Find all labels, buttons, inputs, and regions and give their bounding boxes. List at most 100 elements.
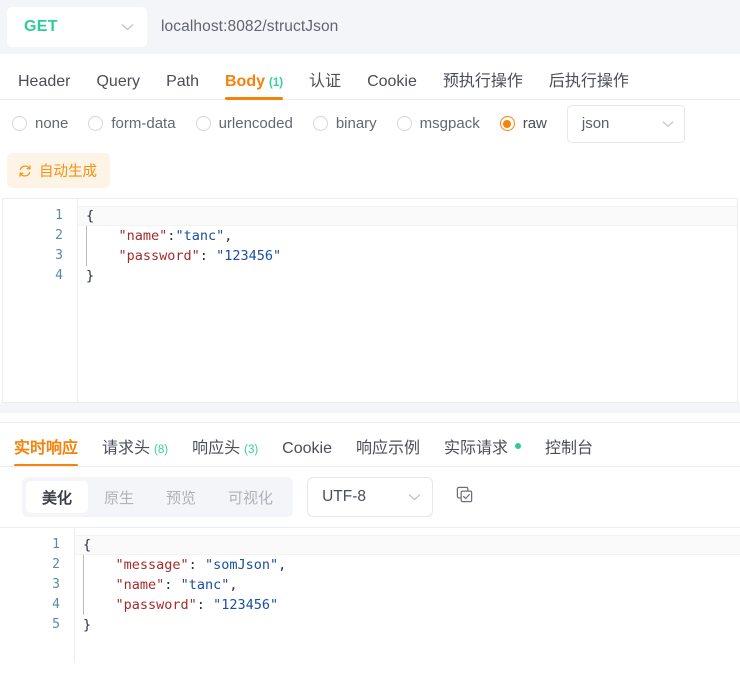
response-editor-code[interactable]: { "message": "somJson", "name": "tanc", … <box>74 528 740 662</box>
body-type-radio-msgpack[interactable]: msgpack <box>391 115 486 132</box>
line-number: 4 <box>55 268 63 283</box>
url-input[interactable]: localhost:8082/structJson <box>147 7 740 47</box>
autogen-label: 自动生成 <box>39 164 97 180</box>
body-type-radio-raw[interactable]: raw <box>494 115 553 132</box>
response-tab-label: Cookie <box>282 440 332 457</box>
request-editor-code[interactable]: { "name":"tanc", "password": "123456"} <box>77 199 737 402</box>
request-tab-5[interactable]: Cookie <box>367 73 417 100</box>
panel-splitter[interactable] <box>0 403 740 413</box>
raw-format-select[interactable]: json <box>566 104 685 143</box>
chevron-down-icon <box>662 115 674 132</box>
json-punct: : <box>164 577 181 593</box>
response-tab-2[interactable]: 响应头 (3) <box>192 434 258 467</box>
code-line: "password": "123456" <box>75 595 740 615</box>
code-line: } <box>78 266 737 286</box>
copy-response-button[interactable] <box>451 484 477 510</box>
request-tab-2[interactable]: Path <box>166 73 199 100</box>
request-tab-label: Header <box>18 73 71 90</box>
body-type-radio-urlencoded[interactable]: urlencoded <box>190 115 299 132</box>
request-tab-0[interactable]: Header <box>18 73 70 100</box>
response-tab-label: 实时响应 <box>14 440 79 457</box>
json-brace: { <box>86 208 95 224</box>
json-key: "password" <box>115 597 197 613</box>
radio-indicator <box>312 116 328 131</box>
request-tab-label: 后执行操作 <box>548 73 629 90</box>
request-tab-label: Cookie <box>367 73 417 90</box>
request-tab-6[interactable]: 预执行操作 <box>443 67 523 100</box>
body-type-radio-group: none form-data urlencoded binary msgpack raw … <box>0 100 740 147</box>
body-type-radio-none[interactable]: none <box>6 115 74 132</box>
code-line: "password": "123456" <box>78 246 737 266</box>
encoding-select[interactable]: UTF-8 <box>307 477 434 517</box>
response-view-mode-3[interactable]: 可视化 <box>212 481 289 513</box>
json-punct: : <box>196 597 214 613</box>
json-punct: : <box>199 248 217 264</box>
radio-indicator <box>499 116 515 131</box>
response-toolbar: 美化 原生 预览 可视化 UTF-8 <box>0 467 740 527</box>
json-string: "123456" <box>213 597 279 613</box>
response-tab-badge: (3) <box>244 444 259 456</box>
response-tab-3[interactable]: Cookie <box>282 440 332 467</box>
url-text: localhost:8082/structJson <box>161 18 339 35</box>
radio-indicator <box>12 116 27 131</box>
response-tab-1[interactable]: 请求头 (8) <box>102 434 168 467</box>
json-punct: , <box>278 557 287 573</box>
refresh-icon <box>18 164 32 178</box>
body-type-radio-binary[interactable]: binary <box>307 115 383 132</box>
api-client-window: GET localhost:8082/structJson Header Quer… <box>0 0 740 694</box>
request-tab-label: 预执行操作 <box>442 73 523 90</box>
body-type-label: urlencoded <box>218 115 293 132</box>
json-string: "tanc" <box>180 577 230 593</box>
json-brace: } <box>83 617 92 633</box>
copy-icon <box>455 485 474 509</box>
response-view-mode-1[interactable]: 原生 <box>88 481 150 513</box>
autogen-button[interactable]: 自动生成 <box>7 153 110 188</box>
json-key: "password" <box>118 248 200 264</box>
body-type-label: none <box>35 115 69 132</box>
request-tab-label: 认证 <box>309 73 342 90</box>
code-line: { <box>78 206 737 226</box>
response-view-mode-0[interactable]: 美化 <box>26 481 89 513</box>
response-tab-label: 响应示例 <box>355 440 420 457</box>
line-number: 3 <box>55 248 63 263</box>
response-view-mode-2[interactable]: 预览 <box>150 481 212 513</box>
response-tab-4[interactable]: 响应示例 <box>356 434 420 467</box>
json-brace: { <box>83 537 92 553</box>
http-method-select[interactable]: GET <box>7 7 147 47</box>
request-tab-bar: Header Query Path Body (1) 认证 Cookie 预执行操作 后执行操作 <box>0 54 740 100</box>
status-dot-icon <box>515 443 522 449</box>
line-number: 5 <box>52 617 60 632</box>
splitter-gap <box>0 413 740 422</box>
body-type-label: form-data <box>111 115 176 132</box>
code-line: } <box>75 615 740 635</box>
request-tab-3[interactable]: Body (1) <box>224 73 284 100</box>
json-key: "name" <box>115 577 165 593</box>
body-type-label: binary <box>335 115 377 132</box>
request-tab-1[interactable]: Query <box>96 73 140 100</box>
chevron-down-icon <box>121 23 134 31</box>
line-number: 2 <box>52 557 60 572</box>
response-tab-label: 响应头 <box>192 440 241 457</box>
response-editor-gutter: 1 2 3 4 5 <box>0 528 74 662</box>
response-tab-bar: 实时响应 请求头 (8) 响应头 (3) Cookie 响应示例 实际请求 控制台 <box>0 423 740 467</box>
request-tab-4[interactable]: 认证 <box>309 67 341 100</box>
body-type-label: raw <box>522 115 547 132</box>
json-key: "name" <box>118 228 168 244</box>
radio-indicator <box>195 116 211 131</box>
response-tab-badge: (8) <box>154 444 169 456</box>
request-tab-7[interactable]: 后执行操作 <box>549 67 629 100</box>
response-body-editor[interactable]: 1 2 3 4 5 { "message": "somJson", "name": "t… <box>0 527 740 662</box>
response-tab-6[interactable]: 控制台 <box>545 434 593 467</box>
line-number: 4 <box>52 597 60 612</box>
request-tab-label: Query <box>96 73 141 90</box>
request-body-editor[interactable]: 1234 { "name":"tanc", "password": "12345… <box>2 198 738 403</box>
response-tab-0[interactable]: 实时响应 <box>14 434 79 467</box>
body-type-radio-form-data[interactable]: form-data <box>82 115 181 132</box>
line-number: 1 <box>55 208 63 223</box>
url-bar: GET localhost:8082/structJson <box>0 0 740 54</box>
response-tab-5[interactable]: 实际请求 <box>444 434 522 467</box>
